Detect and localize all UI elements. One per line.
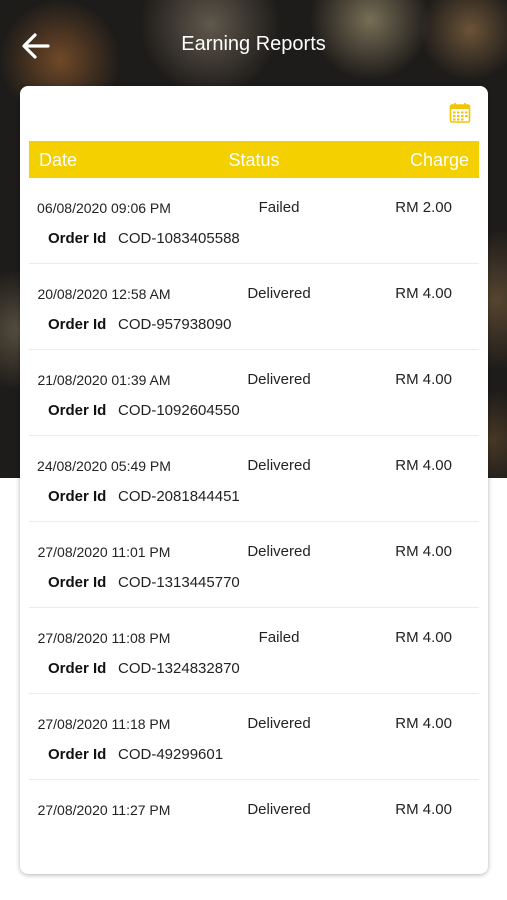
order-id-label: Order Id xyxy=(48,316,107,333)
row-date: 27/08/2020 11:27 PM xyxy=(37,802,171,818)
order-id-value: COD-2081844451 xyxy=(118,488,240,505)
row-date: 06/08/2020 09:06 PM xyxy=(37,200,171,216)
row-status: Failed xyxy=(258,199,300,216)
page-title: Earning Reports xyxy=(181,33,326,55)
row-date: 20/08/2020 12:58 AM xyxy=(37,286,171,302)
row-date: 27/08/2020 11:01 PM xyxy=(37,544,171,560)
table-row[interactable]: 27/08/2020 11:08 PM Failed RM 4.00 Order… xyxy=(29,608,479,694)
table-row[interactable]: 27/08/2020 11:18 PM Delivered RM 4.00 Or… xyxy=(29,694,479,780)
table-row[interactable]: 20/08/2020 12:58 AM Delivered RM 4.00 Or… xyxy=(29,264,479,350)
row-status: Delivered xyxy=(247,371,311,388)
row-charge: RM 4.00 xyxy=(395,801,452,818)
order-id-value: COD-49299601 xyxy=(118,746,224,763)
row-charge: RM 4.00 xyxy=(395,371,452,388)
table-row[interactable]: 21/08/2020 01:39 AM Delivered RM 4.00 Or… xyxy=(29,350,479,436)
row-charge: RM 4.00 xyxy=(395,285,452,302)
row-status: Delivered xyxy=(247,715,311,732)
row-date: 21/08/2020 01:39 AM xyxy=(37,372,171,388)
row-status: Delivered xyxy=(247,543,311,560)
order-id-value: COD-1083405588 xyxy=(118,230,240,247)
row-status: Delivered xyxy=(247,801,311,818)
row-status: Failed xyxy=(258,629,300,646)
order-id-value: COD-957938090 xyxy=(118,316,232,333)
table-row[interactable]: 27/08/2020 11:27 PM Delivered RM 4.00 xyxy=(29,780,479,865)
order-id-label: Order Id xyxy=(48,660,107,677)
table-header: Date Status Charge xyxy=(29,141,479,178)
row-charge: RM 2.00 xyxy=(395,199,452,216)
table-row[interactable]: 27/08/2020 11:01 PM Delivered RM 4.00 Or… xyxy=(29,522,479,608)
order-id-label: Order Id xyxy=(48,402,107,419)
order-id-value: COD-1092604550 xyxy=(118,402,240,419)
row-status: Delivered xyxy=(247,285,311,302)
order-id-value: COD-1324832870 xyxy=(118,660,240,677)
table-row[interactable]: 24/08/2020 05:49 PM Delivered RM 4.00 Or… xyxy=(29,436,479,522)
row-charge: RM 4.00 xyxy=(395,715,452,732)
order-id-label: Order Id xyxy=(48,746,107,763)
row-charge: RM 4.00 xyxy=(395,543,452,560)
row-date: 27/08/2020 11:18 PM xyxy=(37,716,171,732)
order-id-label: Order Id xyxy=(48,230,107,247)
row-status: Delivered xyxy=(247,457,311,474)
row-charge: RM 4.00 xyxy=(395,629,452,646)
calendar-icon xyxy=(449,103,471,123)
earning-report-card: Date Status Charge 06/08/2020 09:06 PM F… xyxy=(20,86,488,874)
row-date: 24/08/2020 05:49 PM xyxy=(37,458,171,474)
order-id-label: Order Id xyxy=(48,488,107,505)
column-header-charge: Charge xyxy=(409,150,469,170)
table-row[interactable]: 06/08/2020 09:06 PM Failed RM 2.00 Order… xyxy=(29,178,479,264)
calendar-button[interactable] xyxy=(449,102,471,124)
row-date: 27/08/2020 11:08 PM xyxy=(37,630,171,646)
report-list: 06/08/2020 09:06 PM Failed RM 2.00 Order… xyxy=(29,178,479,865)
order-id-value: COD-1313445770 xyxy=(118,574,240,591)
order-id-label: Order Id xyxy=(48,574,107,591)
row-charge: RM 4.00 xyxy=(395,457,452,474)
